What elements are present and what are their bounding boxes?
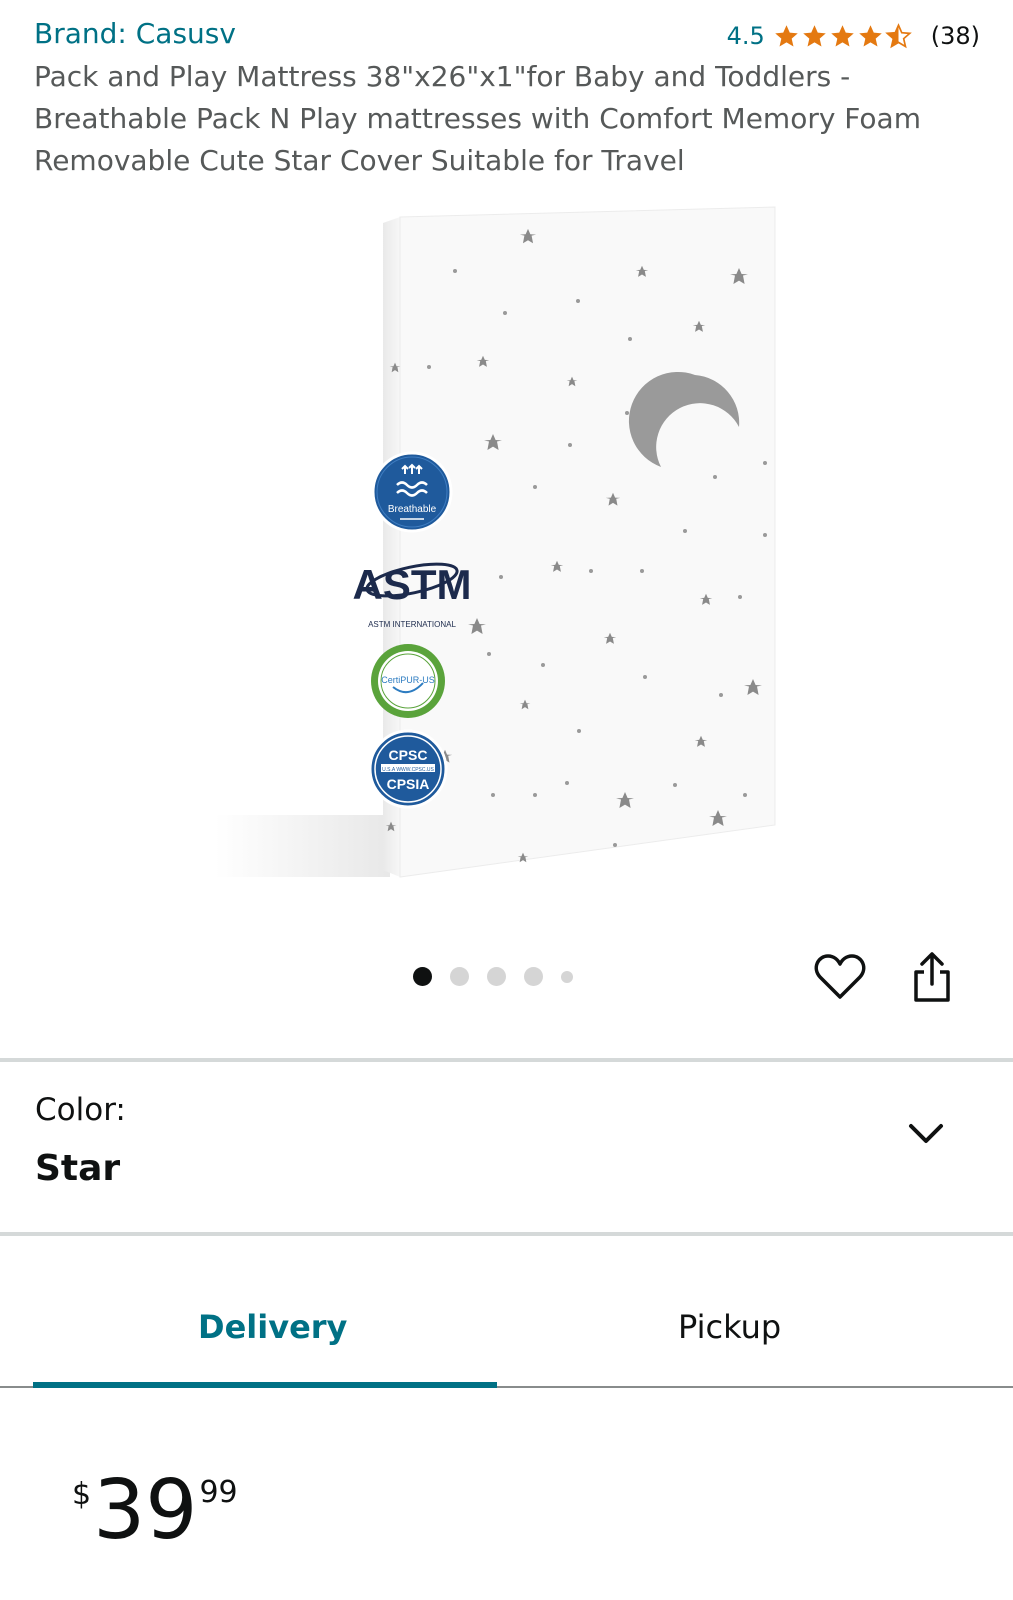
tab-active-indicator — [33, 1382, 497, 1388]
astm-sub-text: ASTM INTERNATIONAL — [368, 620, 456, 629]
carousel-dot[interactable] — [524, 967, 543, 986]
star-icon — [802, 24, 826, 47]
color-value: Star — [35, 1148, 121, 1189]
carousel-dot[interactable] — [413, 967, 432, 986]
star-icon — [774, 24, 798, 47]
certipur-badge: CertiPUR-US — [371, 644, 445, 718]
product-title: Pack and Play Mattress 38"x26"x1"for Bab… — [34, 60, 921, 177]
image-carousel-dots[interactable] — [413, 967, 591, 986]
breathable-label: Breathable — [388, 504, 437, 515]
cpsia-text: CPSIA — [387, 776, 430, 792]
cpsc-url-text: U.S.A WWW.CPSC.US — [382, 767, 434, 773]
breathable-badge: Breathable — [371, 451, 453, 533]
share-icon[interactable] — [908, 950, 956, 1004]
price-whole: 39 — [93, 1463, 198, 1558]
star-icon — [830, 24, 854, 47]
cpsc-text: CPSC — [389, 747, 428, 763]
chevron-down-icon[interactable] — [906, 1120, 946, 1148]
price-symbol: $ — [72, 1477, 92, 1512]
astm-text: ASTM — [353, 561, 472, 608]
color-label: Color: — [35, 1092, 126, 1128]
price: $ 39 99 — [72, 1470, 238, 1552]
star-half-icon — [884, 22, 912, 48]
rating-stars — [773, 22, 913, 50]
star-icon — [858, 24, 882, 47]
header-row: Brand: Casusv 4.5 (38) — [34, 14, 980, 54]
price-fraction: 99 — [199, 1475, 238, 1510]
mattress-illustration: Breathable ASTM ASTM INTERNATIONAL Certi… — [215, 206, 776, 878]
rating-count: (38) — [930, 22, 980, 50]
carousel-dot[interactable] — [561, 970, 573, 983]
heart-icon[interactable] — [814, 953, 866, 1001]
section-divider — [0, 1232, 1013, 1236]
brand-link[interactable]: Brand: Casusv — [34, 14, 236, 54]
rating-value: 4.5 — [726, 22, 765, 50]
rating-summary[interactable]: 4.5 (38) — [727, 18, 980, 54]
carousel-dot[interactable] — [450, 967, 469, 986]
product-image[interactable]: Breathable ASTM ASTM INTERNATIONAL Certi… — [215, 205, 795, 885]
cpsc-badge: CPSC U.S.A WWW.CPSC.US CPSIA — [368, 729, 448, 809]
tab-pickup[interactable]: Pickup — [678, 1308, 781, 1346]
fulfillment-tabs: Delivery Pickup — [0, 1290, 1013, 1390]
section-divider — [0, 1058, 1013, 1062]
carousel-dot[interactable] — [487, 967, 506, 986]
tab-delivery[interactable]: Delivery — [198, 1308, 347, 1346]
certipur-text: CertiPUR-US — [381, 675, 435, 685]
